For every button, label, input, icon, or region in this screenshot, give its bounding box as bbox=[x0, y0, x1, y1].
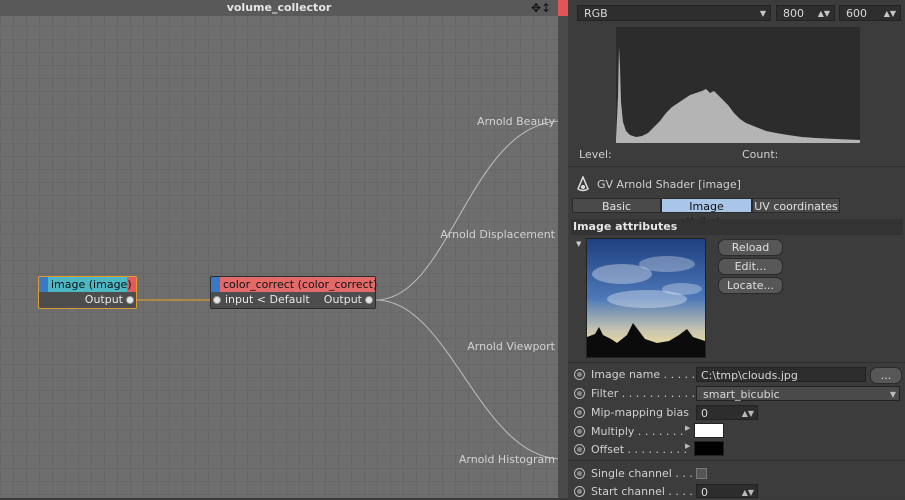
arnold-logo-icon bbox=[576, 175, 590, 192]
color-correct-output-port[interactable] bbox=[365, 296, 373, 304]
single-channel-label: Single channel . . . . bbox=[591, 467, 700, 480]
start-channel-input[interactable]: 0 ▲▼ bbox=[696, 484, 758, 499]
panel-splitter[interactable] bbox=[558, 16, 568, 498]
color-correct-node-title: color_correct (color_correct) bbox=[223, 278, 378, 291]
level-label: Level: bbox=[579, 148, 612, 161]
histogram-graph bbox=[616, 47, 860, 143]
animate-toggle-icon[interactable] bbox=[574, 369, 585, 380]
spinner-icon: ▲▼ bbox=[883, 9, 896, 18]
output-arnold-viewport-label: Arnold Viewport bbox=[467, 340, 555, 353]
mip-bias-input[interactable]: 0 ▲▼ bbox=[696, 405, 758, 420]
animate-toggle-icon[interactable] bbox=[574, 407, 585, 418]
reload-button[interactable]: Reload bbox=[718, 239, 783, 256]
chevron-down-icon: ▼ bbox=[889, 390, 896, 399]
edit-button[interactable]: Edit... bbox=[718, 258, 783, 275]
collapse-arrow-icon[interactable]: ▼ bbox=[576, 240, 581, 248]
width-value: 800 bbox=[783, 7, 804, 20]
browse-button[interactable]: ... bbox=[870, 367, 902, 384]
start-channel-value: 0 bbox=[701, 486, 708, 499]
animate-toggle-icon[interactable] bbox=[574, 426, 585, 437]
count-label: Count: bbox=[742, 148, 779, 161]
animate-toggle-icon[interactable] bbox=[574, 468, 585, 479]
mip-bias-value: 0 bbox=[701, 407, 708, 420]
image-node-title: image (image) bbox=[51, 278, 132, 291]
output-arnold-beauty-label: Arnold Beauty bbox=[477, 115, 555, 128]
image-node-output-port[interactable] bbox=[126, 296, 134, 304]
node-editor[interactable]: volume_collector ✥↕ Arnold Beauty Arnold… bbox=[0, 0, 558, 498]
offset-color-swatch[interactable] bbox=[694, 441, 724, 456]
color-correct-input-port[interactable] bbox=[213, 296, 221, 304]
shader-title: GV Arnold Shader [image] bbox=[597, 178, 741, 191]
height-field[interactable]: 600 ▲▼ bbox=[839, 5, 901, 21]
mip-bias-label: Mip-mapping bias bbox=[591, 406, 689, 419]
start-channel-label: Start channel . . . . . . bbox=[591, 485, 707, 498]
animate-toggle-icon[interactable] bbox=[574, 486, 585, 497]
connection-wires bbox=[136, 120, 558, 460]
spinner-icon: ▲▼ bbox=[741, 409, 754, 418]
filter-dropdown[interactable]: smart_bicubic ▼ bbox=[696, 386, 900, 401]
output-arnold-histogram-label: Arnold Histogram bbox=[458, 453, 555, 466]
height-value: 600 bbox=[846, 7, 867, 20]
tab-image-attributes[interactable]: Image attributes bbox=[661, 198, 752, 228]
channel-value: RGB bbox=[584, 7, 608, 20]
color-correct-input-label: input < Default bbox=[225, 293, 310, 306]
filter-value: smart_bicubic bbox=[703, 388, 780, 401]
width-field[interactable]: 800 ▲▼ bbox=[776, 5, 835, 21]
tab-basic[interactable]: Basic bbox=[572, 198, 661, 213]
image-name-input[interactable]: C:\tmp\clouds.jpg bbox=[696, 367, 866, 382]
offset-label: Offset . . . . . . . . . bbox=[591, 443, 687, 456]
color-correct-node[interactable]: color_correct (color_correct) input < De… bbox=[210, 276, 378, 309]
chevron-down-icon: ▼ bbox=[759, 9, 766, 18]
section-image-attributes[interactable]: Image attributes bbox=[571, 219, 903, 235]
close-corner-button[interactable] bbox=[558, 0, 568, 16]
histogram bbox=[616, 27, 860, 143]
animate-toggle-icon[interactable] bbox=[574, 444, 585, 455]
image-name-label: Image name . . . . . . . bbox=[591, 368, 710, 381]
multiply-color-swatch[interactable] bbox=[694, 423, 724, 438]
image-node[interactable]: image (image) Output bbox=[38, 276, 137, 309]
single-channel-checkbox[interactable] bbox=[696, 468, 707, 479]
attribute-panel: RGB ▼ 800 ▲▼ 600 ▲▼ Level: Count: GV Arn… bbox=[568, 0, 905, 499]
channel-dropdown[interactable]: RGB ▼ bbox=[577, 5, 771, 21]
output-arnold-displacement-label: Arnold Displacement bbox=[440, 228, 555, 241]
image-node-output-label: Output bbox=[84, 293, 123, 306]
tab-uv-coordinates[interactable]: UV coordinates bbox=[752, 198, 840, 213]
filter-label: Filter . . . . . . . . . . . . . bbox=[591, 387, 710, 400]
color-correct-output-label: Output bbox=[323, 293, 362, 306]
multiply-label: Multiply . . . . . . . bbox=[591, 425, 684, 438]
expand-arrow-icon[interactable]: ▶ bbox=[685, 442, 690, 450]
expand-arrow-icon[interactable]: ▶ bbox=[685, 424, 690, 432]
animate-toggle-icon[interactable] bbox=[574, 388, 585, 399]
locate-button[interactable]: Locate... bbox=[718, 277, 783, 294]
spinner-icon: ▲▼ bbox=[817, 9, 830, 18]
image-preview bbox=[586, 238, 706, 358]
